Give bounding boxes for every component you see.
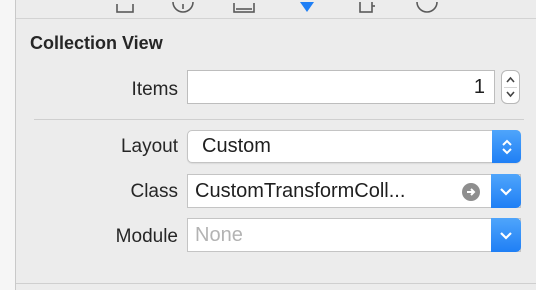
class-label: Class [130,181,178,202]
section-title: Collection View [30,33,163,53]
layout-popup[interactable]: Custom [187,130,521,163]
class-value: CustomTransformColl... [195,180,406,202]
layout-label: Layout [120,136,178,157]
inspector-tab-bar [16,0,536,19]
file-icon[interactable] [114,0,136,14]
left-pane-edge [0,0,16,290]
items-label: Items [131,79,178,100]
items-field[interactable]: 1 [187,70,495,104]
layout-value: Custom [202,135,271,157]
size-icon[interactable] [356,0,378,14]
section-divider [34,119,524,120]
module-label: Module [115,226,178,247]
attributes-icon[interactable] [296,0,318,14]
module-placeholder: None [195,224,243,246]
class-combo-box[interactable]: CustomTransformColl... [187,174,521,208]
identity-icon[interactable] [233,0,255,14]
connections-icon[interactable] [416,0,438,14]
quick-help-icon[interactable] [172,0,194,14]
up-down-arrows-icon [492,130,521,163]
chevron-down-icon[interactable] [491,174,521,208]
module-combo-box[interactable]: None [187,218,521,252]
bottom-divider [16,283,536,284]
go-arrow-icon[interactable] [462,183,480,201]
items-stepper[interactable] [501,70,520,104]
chevron-down-icon[interactable] [491,218,521,252]
